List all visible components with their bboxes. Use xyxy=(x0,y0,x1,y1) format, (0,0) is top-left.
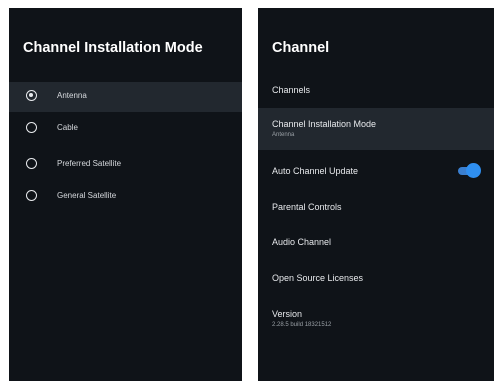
radio-unselected-icon xyxy=(26,158,37,169)
radio-option-general-satellite[interactable]: General Satellite xyxy=(9,182,242,212)
radio-option-cable[interactable]: Cable xyxy=(9,114,242,144)
setting-label: Channel Installation Mode xyxy=(272,119,377,129)
radio-option-preferred-satellite[interactable]: Preferred Satellite xyxy=(9,150,242,180)
setting-label: Audio Channel xyxy=(272,237,332,247)
setting-channels[interactable]: Channels xyxy=(258,76,494,104)
radio-unselected-icon xyxy=(26,190,37,201)
setting-open-source-licenses[interactable]: Open Source Licenses xyxy=(258,264,494,292)
radio-option-antenna[interactable]: Antenna xyxy=(9,82,242,112)
radio-option-label: Preferred Satellite xyxy=(57,159,122,168)
setting-version[interactable]: Version 2.28.5 build 18321512 xyxy=(258,300,494,340)
panel-title: Channel Installation Mode xyxy=(23,40,203,56)
setting-value: Antenna xyxy=(272,132,295,138)
setting-label: Version xyxy=(272,309,303,319)
setting-label: Open Source Licenses xyxy=(272,273,364,283)
version-number: 2.28.5 build 18321512 xyxy=(272,322,332,328)
setting-channel-installation-mode[interactable]: Channel Installation Mode Antenna xyxy=(258,108,494,150)
radio-option-label: General Satellite xyxy=(57,191,117,200)
radio-selected-icon xyxy=(26,90,37,101)
channel-installation-mode-panel: Channel Installation Mode Antenna Cable … xyxy=(9,8,242,381)
radio-option-label: Antenna xyxy=(57,91,87,100)
toggle-knob xyxy=(466,163,481,178)
setting-audio-channel[interactable]: Audio Channel xyxy=(258,228,494,256)
channel-settings-panel: Channel Channels Channel Installation Mo… xyxy=(258,8,494,381)
setting-label: Parental Controls xyxy=(272,202,342,212)
setting-label: Auto Channel Update xyxy=(272,166,359,176)
setting-parental-controls[interactable]: Parental Controls xyxy=(258,192,494,220)
setting-label: Channels xyxy=(272,85,311,95)
radio-option-label: Cable xyxy=(57,123,78,132)
panel-title: Channel xyxy=(272,40,330,56)
setting-auto-channel-update[interactable]: Auto Channel Update xyxy=(258,156,494,184)
radio-unselected-icon xyxy=(26,122,37,133)
